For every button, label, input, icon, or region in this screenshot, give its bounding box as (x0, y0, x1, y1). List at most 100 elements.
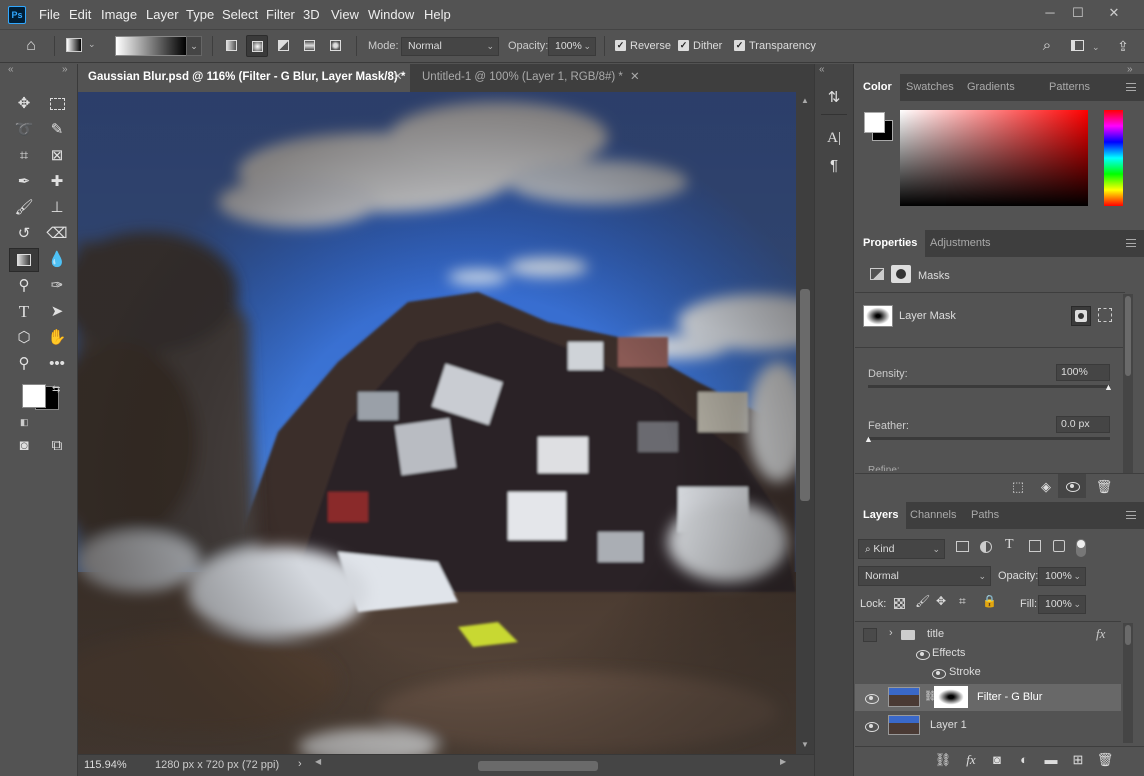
tab-layers[interactable]: Layers (855, 502, 907, 529)
path-selection-tool-icon[interactable]: ➤ (44, 300, 70, 324)
vector-mask-icon[interactable] (1098, 308, 1112, 322)
stroke-effect-row[interactable]: Stroke (855, 663, 1121, 683)
layer-mask-thumbnail[interactable] (934, 686, 968, 708)
eye-icon[interactable] (914, 649, 930, 660)
scrollbar-thumb[interactable] (800, 289, 810, 501)
menu-3d[interactable]: 3D (303, 7, 320, 22)
panel-menu-icon[interactable] (1126, 239, 1136, 247)
healing-brush-tool-icon[interactable]: ✚ (44, 170, 70, 194)
feather-slider[interactable] (868, 437, 1110, 440)
menu-filter[interactable]: Filter (266, 7, 295, 22)
feather-slider-handle[interactable]: ▲ (864, 434, 873, 444)
lock-transparent-icon[interactable] (894, 598, 905, 609)
foreground-color-swatch[interactable] (864, 112, 885, 133)
filter-shape-icon[interactable] (1029, 540, 1041, 552)
eye-icon[interactable] (930, 668, 946, 679)
gradient-tool-icon[interactable] (66, 38, 82, 52)
tab-swatches[interactable]: Swatches (898, 74, 962, 101)
vertical-scrollbar[interactable]: ▲ ▼ (796, 92, 814, 754)
tab-gaussian-blur[interactable]: Gaussian Blur.psd @ 116% (Filter - G Blu… (78, 64, 410, 92)
history-brush-tool-icon[interactable]: ↺ (11, 222, 37, 246)
new-adjustment-layer-icon[interactable]: ◐ (1014, 751, 1034, 769)
layer-row-filter-g-blur[interactable]: ⛓ Filter - G Blur (855, 684, 1121, 711)
diamond-gradient-icon[interactable] (324, 35, 346, 57)
filter-type-icon[interactable]: T (1005, 537, 1014, 553)
scroll-up-icon[interactable]: ▲ (801, 96, 809, 105)
zoom-level[interactable]: 115.94% (84, 759, 127, 771)
default-colors-icon[interactable]: ◧ (20, 417, 29, 428)
filter-adjustment-icon[interactable] (980, 541, 992, 553)
menu-layer[interactable]: Layer (146, 7, 179, 22)
paragraph-panel-icon[interactable]: ¶ (821, 154, 847, 178)
foreground-color-swatch[interactable] (22, 384, 46, 408)
eyedropper-tool-icon[interactable]: ✒ (11, 170, 37, 194)
linear-gradient-icon[interactable] (220, 35, 242, 57)
quick-selection-tool-icon[interactable]: ✎ (44, 118, 70, 142)
menu-edit[interactable]: Edit (69, 7, 91, 22)
reverse-checkbox[interactable]: ✓ (615, 40, 626, 51)
visibility-toggle-off[interactable] (863, 628, 877, 642)
history-panel-icon[interactable]: ⇅ (821, 86, 847, 110)
scroll-left-icon[interactable]: ◀ (315, 757, 321, 766)
maximize-button[interactable]: ☐ (1064, 2, 1092, 24)
panel-menu-icon[interactable] (1126, 83, 1136, 91)
marquee-tool-icon[interactable] (44, 92, 70, 116)
hue-slider[interactable] (1104, 110, 1123, 206)
filter-pixel-icon[interactable] (956, 541, 969, 552)
density-input[interactable]: 100% (1056, 364, 1110, 381)
home-icon[interactable]: ⌂ (20, 35, 42, 57)
add-layer-style-icon[interactable]: fx (961, 751, 981, 769)
status-menu-chevron-icon[interactable]: › (298, 758, 302, 770)
minimize-button[interactable]: ─ (1036, 2, 1064, 24)
brush-tool-icon[interactable]: 🖌 (11, 196, 37, 220)
tab-color[interactable]: Color (855, 74, 900, 101)
link-layers-icon[interactable]: ⛓ (933, 751, 953, 769)
scroll-down-icon[interactable]: ▼ (801, 740, 809, 749)
menu-help[interactable]: Help (424, 7, 451, 22)
transparency-checkbox[interactable]: ✓ (734, 40, 745, 51)
crop-tool-icon[interactable]: ⌗ (11, 144, 37, 168)
density-slider[interactable] (868, 385, 1110, 388)
layer-filter-kind[interactable]: ⌕ Kind ⌄ (858, 539, 945, 559)
angle-gradient-icon[interactable] (272, 35, 294, 57)
filter-smart-object-icon[interactable] (1053, 540, 1065, 552)
add-mask-icon[interactable]: ◙ (987, 751, 1007, 769)
menu-select[interactable]: Select (222, 7, 258, 22)
eraser-tool-icon[interactable]: ⌫ (44, 222, 70, 246)
fill-input[interactable]: 100% ⌄ (1038, 595, 1086, 614)
mode-select[interactable]: Normal ⌄ (401, 37, 499, 56)
search-icon[interactable]: ⌕ (1036, 35, 1058, 57)
more-tools-icon[interactable]: ••• (44, 352, 70, 376)
character-panel-icon[interactable]: A| (821, 126, 847, 150)
tab-untitled-1[interactable]: Untitled-1 @ 100% (Layer 1, RGB/8#) * ✕ (412, 64, 648, 92)
pixel-mask-icon[interactable] (1071, 306, 1091, 326)
fx-icon[interactable]: fx (1096, 626, 1105, 642)
chevron-right-icon[interactable]: › (889, 627, 893, 639)
delete-layer-icon[interactable]: 🗑 (1095, 751, 1115, 769)
tab-gradients[interactable]: Gradients (959, 74, 1023, 101)
scroll-right-icon[interactable]: ▶ (780, 757, 786, 766)
menu-image[interactable]: Image (101, 7, 137, 22)
lock-pixels-brush-icon[interactable]: 🖌 (915, 594, 930, 608)
color-field[interactable] (900, 110, 1088, 206)
opacity-input[interactable]: 100% ⌄ (548, 37, 596, 56)
menu-type[interactable]: Type (186, 7, 214, 22)
tab-paths[interactable]: Paths (963, 502, 1007, 529)
quick-mask-icon[interactable]: ◙ (11, 434, 37, 458)
expand-icon[interactable]: » (62, 64, 68, 75)
gradient-tool-icon[interactable] (9, 248, 39, 272)
load-selection-icon[interactable]: ⬚ (1008, 478, 1028, 496)
dither-checkbox[interactable]: ✓ (678, 40, 689, 51)
gradient-dropdown-chevron-icon[interactable]: ⌄ (186, 36, 202, 56)
collapse-icon[interactable]: « (819, 64, 825, 75)
clone-stamp-tool-icon[interactable]: ⊥ (44, 196, 70, 220)
tab-patterns[interactable]: Patterns (1041, 74, 1098, 101)
layer-row-layer-1[interactable]: Layer 1 (855, 712, 1121, 739)
blur-tool-icon[interactable]: 💧 (44, 248, 70, 272)
move-tool-icon[interactable]: ✥ (11, 92, 37, 116)
filter-toggle[interactable] (1076, 539, 1086, 557)
collapse-icon[interactable]: « (8, 64, 14, 75)
new-group-icon[interactable]: ▬ (1041, 751, 1061, 769)
pen-tool-icon[interactable]: ✑ (44, 274, 70, 298)
document-canvas[interactable] (78, 92, 796, 754)
